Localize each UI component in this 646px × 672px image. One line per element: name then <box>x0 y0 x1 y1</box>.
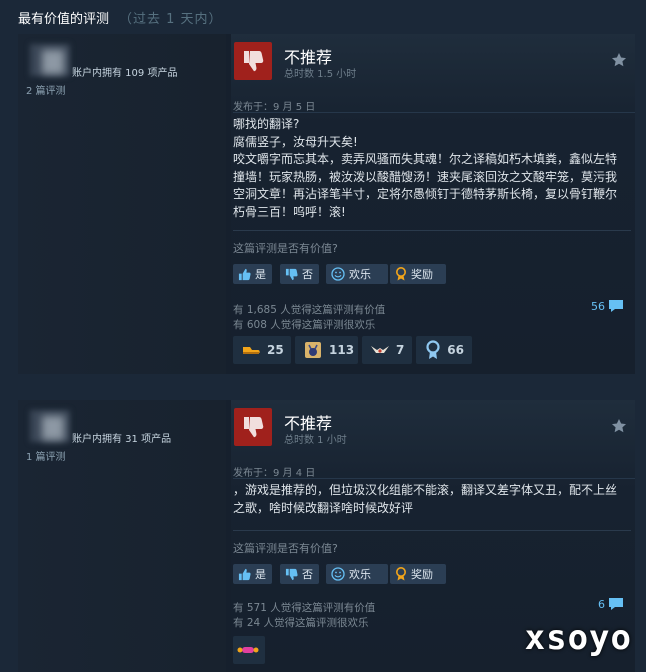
star-icon[interactable] <box>611 52 627 68</box>
posted-date: 发布于：9 月 5 日 <box>233 102 316 113</box>
helpful-count: 有 571 人觉得这篇评测有价值 <box>233 602 376 614</box>
smiley-icon <box>331 567 345 581</box>
vote-no-label: 否 <box>302 268 313 281</box>
star-icon[interactable] <box>611 418 627 434</box>
products-owned[interactable]: 账户内拥有 109 项产品 <box>72 64 177 79</box>
thumbs-down-icon <box>285 268 298 280</box>
review-body-line: 咬文嚼字而忘其本，卖弄风骚而失其魂！尔之译稿如朽木填粪，鑫似左特撞墙！玩家热肠，… <box>233 152 618 219</box>
review-body: 哪找的翻译? 腐儒竖子，汝母升天矣! 咬文嚼字而忘其本，卖弄风骚而失其魂！尔之译… <box>233 116 628 221</box>
playtime: 总时数 1.5 小时 <box>284 69 357 80</box>
thumbs-up-icon <box>238 568 251 580</box>
vote-funny-button[interactable]: 欢乐 <box>326 564 388 584</box>
award-badge[interactable]: 25 <box>233 336 291 364</box>
comments-link[interactable]: 6 <box>598 597 624 611</box>
award-count: 25 <box>267 343 284 357</box>
comments-link[interactable]: 56 <box>591 299 624 313</box>
review-body-line: ，游戏是推荐的，但垃圾汉化组能不能滚，翻译又差字体又丑，配不上丝之歌，啥时候改翻… <box>233 483 618 515</box>
vote-yes-label: 是 <box>255 568 266 581</box>
vote-no-label: 否 <box>302 568 313 581</box>
thumbs-down-icon <box>285 568 298 580</box>
award-label: 奖励 <box>411 268 433 281</box>
comment-count: 6 <box>598 597 605 611</box>
review-body-line: 哪找的翻译? <box>233 117 300 131</box>
avatar[interactable] <box>30 40 72 82</box>
divider <box>233 112 635 113</box>
thumbs-down-icon[interactable] <box>234 408 272 446</box>
review-card: 账户内拥有 109 项产品 2 篇评测 不推荐 总时数 1.5 小时 发布于：9… <box>18 34 635 374</box>
divider <box>233 530 631 531</box>
vote-funny-button[interactable]: 欢乐 <box>326 264 388 284</box>
bird-award-icon <box>370 340 390 360</box>
review-count[interactable]: 1 篇评测 <box>26 448 66 463</box>
thumbs-up-icon <box>238 268 251 280</box>
award-count: 7 <box>396 343 405 357</box>
review-body: ，游戏是推荐的，但垃圾汉化组能不能滚，翻译又差字体又丑，配不上丝之歌，啥时候改翻… <box>233 482 628 517</box>
vote-funny-label: 欢乐 <box>349 268 371 281</box>
award-button[interactable]: 奖励 <box>390 564 446 584</box>
products-owned[interactable]: 账户内拥有 31 项产品 <box>72 430 171 445</box>
comment-icon <box>609 300 623 312</box>
divider <box>233 230 631 231</box>
award-count: 113 <box>329 343 355 357</box>
section-title: 最有价值的评测 <box>18 12 110 27</box>
vote-no-button[interactable]: 否 <box>280 264 319 284</box>
comment-icon <box>609 598 623 610</box>
avatar[interactable] <box>30 406 72 448</box>
divider <box>233 478 635 479</box>
award-badge[interactable]: 113 <box>295 336 358 364</box>
award-button[interactable]: 奖励 <box>390 264 446 284</box>
watermark: xsoyo <box>524 618 632 658</box>
vote-no-button[interactable]: 否 <box>280 564 319 584</box>
helpful-count: 有 1,685 人觉得这篇评测有价值 <box>233 304 386 316</box>
toy-award-icon <box>237 640 259 660</box>
award-icon <box>396 267 406 281</box>
hollow-knight-award-icon <box>303 340 323 360</box>
playtime: 总时数 1 小时 <box>284 435 347 446</box>
section-subtitle: （过去 1 天内） <box>119 12 223 27</box>
helpful-question: 这篇评测是否有价值? <box>233 542 338 555</box>
thumbs-down-icon[interactable] <box>234 42 272 80</box>
award-badge[interactable]: 66 <box>416 336 472 364</box>
award-count: 66 <box>447 343 464 357</box>
vote-yes-button[interactable]: 是 <box>233 264 272 284</box>
posted-date: 发布于：9 月 4 日 <box>233 468 316 479</box>
vote-yes-button[interactable]: 是 <box>233 564 272 584</box>
vote-yes-label: 是 <box>255 268 266 281</box>
award-icon <box>396 567 406 581</box>
vote-funny-label: 欢乐 <box>349 568 371 581</box>
smiley-icon <box>331 267 345 281</box>
comment-count: 56 <box>591 299 605 313</box>
award-badge[interactable] <box>233 636 265 664</box>
review-body-line: 腐儒竖子，汝母升天矣! <box>233 134 358 149</box>
funny-count: 有 24 人觉得这篇评测很欢乐 <box>233 617 369 629</box>
section-header: 最有价值的评测 （过去 1 天内） <box>18 8 223 27</box>
helpful-question: 这篇评测是否有价值? <box>233 242 338 255</box>
funny-count: 有 608 人觉得这篇评测很欢乐 <box>233 319 376 331</box>
award-label: 奖励 <box>411 568 433 581</box>
medal-award-icon <box>424 340 441 360</box>
boot-award-icon <box>241 340 261 360</box>
award-badge[interactable]: 7 <box>362 336 412 364</box>
review-count[interactable]: 2 篇评测 <box>26 82 66 97</box>
